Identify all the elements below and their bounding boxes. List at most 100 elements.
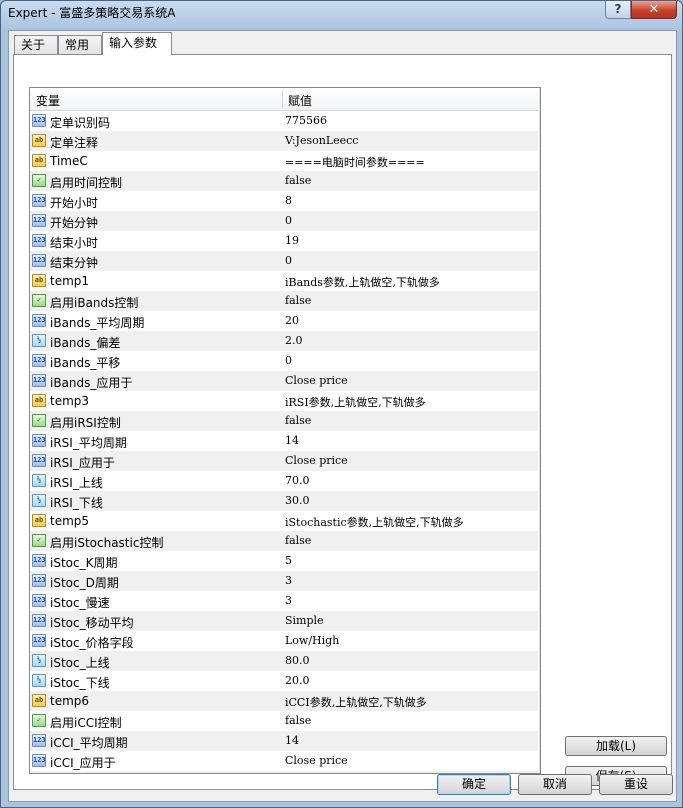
- param-value[interactable]: 20.0: [285, 674, 310, 687]
- table-row[interactable]: 123 开始分钟 0: [30, 211, 538, 231]
- table-row[interactable]: ✓ 启用时间控制 false: [30, 171, 538, 191]
- int-type-icon: 123: [32, 314, 46, 327]
- param-value[interactable]: 70.0: [285, 474, 310, 487]
- cancel-button[interactable]: 取消: [518, 774, 592, 795]
- int-type-icon: 123: [32, 214, 46, 227]
- tab-common[interactable]: 常用: [58, 35, 102, 54]
- int-type-icon: 123: [32, 574, 46, 587]
- table-row[interactable]: ✓ 启用iBands控制 false: [30, 291, 538, 311]
- param-name: iRSI_上线: [50, 476, 103, 490]
- reset-button[interactable]: 重设: [599, 774, 673, 795]
- param-name: 定单识别码: [50, 116, 111, 130]
- param-name: iCCI_平均周期: [50, 736, 128, 750]
- grid-header: 变量 赋值: [30, 88, 538, 111]
- param-name: 启用时间控制: [50, 176, 123, 190]
- load-button[interactable]: 加载(L): [565, 736, 667, 756]
- column-header-variable[interactable]: 变量: [36, 92, 60, 109]
- table-row[interactable]: 123 iStoc_移动平均 Simple: [30, 611, 538, 631]
- param-name: iBands_平移: [50, 356, 121, 370]
- param-value[interactable]: 14: [285, 734, 299, 747]
- tab-input-params[interactable]: 输入参数: [102, 32, 172, 55]
- param-value[interactable]: 0: [285, 214, 292, 227]
- table-row[interactable]: ab temp5 iStochastic参数,上轨做空,下轨做多: [30, 511, 538, 531]
- param-value[interactable]: 3: [285, 574, 292, 587]
- table-row[interactable]: ab temp1 iBands参数,上轨做空,下轨做多: [30, 271, 538, 291]
- param-name: 结束小时: [50, 236, 99, 250]
- table-row[interactable]: ab temp6 iCCI参数,上轨做空,下轨做多: [30, 691, 538, 711]
- int-type-icon: 123: [32, 194, 46, 207]
- param-value[interactable]: 20: [285, 314, 299, 327]
- param-value[interactable]: 0: [285, 254, 292, 267]
- param-value[interactable]: 14: [285, 434, 299, 447]
- param-value[interactable]: false: [285, 414, 311, 427]
- title-bar[interactable]: Expert - 富盛多策略交易系统A ? ✕: [1, 1, 682, 23]
- ok-button[interactable]: 确定: [437, 774, 511, 795]
- param-value[interactable]: iCCI参数,上轨做空,下轨做多: [285, 694, 427, 710]
- param-value[interactable]: false: [285, 294, 311, 307]
- param-value[interactable]: 0: [285, 354, 292, 367]
- table-row[interactable]: 123 iBands_平均周期 20: [30, 311, 538, 331]
- table-row[interactable]: 123 iCCI_平均周期 14: [30, 731, 538, 751]
- param-name: temp5: [50, 514, 90, 528]
- param-value[interactable]: iRSI参数,上轨做空,下轨做多: [285, 394, 426, 410]
- help-button[interactable]: ?: [605, 1, 631, 19]
- table-row[interactable]: ab temp3 iRSI参数,上轨做空,下轨做多: [30, 391, 538, 411]
- param-value[interactable]: 30.0: [285, 494, 310, 507]
- table-row[interactable]: 123 iStoc_D周期 3: [30, 571, 538, 591]
- param-value[interactable]: Close price: [285, 374, 348, 387]
- column-header-value[interactable]: 赋值: [288, 92, 312, 109]
- table-row[interactable]: 123 iRSI_平均周期 14: [30, 431, 538, 451]
- param-value[interactable]: iBands参数,上轨做空,下轨做多: [285, 274, 440, 290]
- param-value[interactable]: Simple: [285, 614, 324, 627]
- bool-type-icon: ✓: [32, 534, 46, 547]
- table-row[interactable]: ½ iBands_偏差 2.0: [30, 331, 538, 351]
- param-value[interactable]: V:JesonLeecc: [285, 134, 358, 147]
- param-name: iBands_平均周期: [50, 316, 145, 330]
- param-value[interactable]: ====电脑时间参数====: [285, 154, 425, 170]
- param-value[interactable]: false: [285, 174, 311, 187]
- table-row[interactable]: 123 定单识别码 775566: [30, 111, 538, 131]
- param-value[interactable]: 775566: [285, 114, 327, 127]
- param-name: iBands_偏差: [50, 336, 121, 350]
- table-row[interactable]: 123 iStoc_慢速 3: [30, 591, 538, 611]
- table-row[interactable]: ab 定单注释 V:JesonLeecc: [30, 131, 538, 151]
- tab-about[interactable]: 关于: [14, 35, 58, 54]
- table-row[interactable]: ½ iRSI_下线 30.0: [30, 491, 538, 511]
- table-row[interactable]: ✓ 启用iStochastic控制 false: [30, 531, 538, 551]
- param-value[interactable]: 3: [285, 594, 292, 607]
- param-value[interactable]: Low/High: [285, 634, 339, 647]
- param-value[interactable]: 80.0: [285, 654, 310, 667]
- table-row[interactable]: ½iCCI_上线100.0: [30, 771, 538, 773]
- param-value[interactable]: 2.0: [285, 334, 303, 347]
- param-name: iRSI_应用于: [50, 456, 115, 470]
- column-separator[interactable]: [282, 90, 283, 108]
- table-row[interactable]: ab TimeC ====电脑时间参数====: [30, 151, 538, 171]
- table-row[interactable]: 123 结束分钟 0: [30, 251, 538, 271]
- table-row[interactable]: 123 结束小时 19: [30, 231, 538, 251]
- param-value[interactable]: Close price: [285, 754, 348, 767]
- param-value[interactable]: false: [285, 534, 311, 547]
- str-type-icon: ab: [32, 134, 46, 147]
- table-row[interactable]: 123 iBands_应用于 Close price: [30, 371, 538, 391]
- table-row[interactable]: ½ iStoc_下线 20.0: [30, 671, 538, 691]
- table-row[interactable]: ½ iStoc_上线 80.0: [30, 651, 538, 671]
- close-button[interactable]: ✕: [631, 1, 677, 19]
- table-row[interactable]: ✓ 启用iCCI控制 false: [30, 711, 538, 731]
- int-type-icon: 123: [32, 114, 46, 127]
- param-value[interactable]: false: [285, 714, 311, 727]
- grid-scrollbar[interactable]: ▲ ≡ ▼: [539, 88, 540, 773]
- table-row[interactable]: 123 开始小时 8: [30, 191, 538, 211]
- table-row[interactable]: 123 iStoc_K周期 5: [30, 551, 538, 571]
- param-value[interactable]: 5: [285, 554, 292, 567]
- table-row[interactable]: ½ iRSI_上线 70.0: [30, 471, 538, 491]
- table-row[interactable]: 123 iStoc_价格字段 Low/High: [30, 631, 538, 651]
- table-row[interactable]: 123 iRSI_应用于 Close price: [30, 451, 538, 471]
- table-row[interactable]: 123 iCCI_应用于 Close price: [30, 751, 538, 771]
- table-row[interactable]: ✓ 启用iRSI控制 false: [30, 411, 538, 431]
- param-value[interactable]: iStochastic参数,上轨做空,下轨做多: [285, 514, 464, 530]
- str-type-icon: ab: [32, 394, 46, 407]
- param-value[interactable]: 8: [285, 194, 292, 207]
- param-value[interactable]: 19: [285, 234, 299, 247]
- param-value[interactable]: Close price: [285, 454, 348, 467]
- table-row[interactable]: 123 iBands_平移 0: [30, 351, 538, 371]
